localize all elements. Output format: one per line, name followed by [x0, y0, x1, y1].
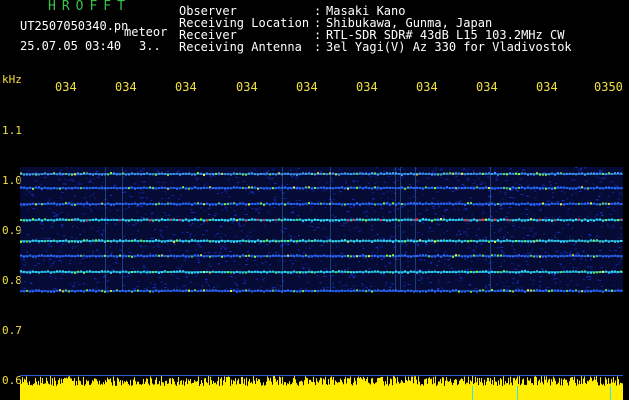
frequency-unit-label: kHz	[2, 73, 22, 86]
app-title: HROFFT	[48, 0, 131, 14]
x-tick-label: 034	[236, 80, 258, 94]
x-tick-label: 034	[296, 80, 318, 94]
x-tick-label: 034	[536, 80, 558, 94]
antenna-label: Receiving Antenna	[179, 40, 302, 54]
x-tick-label: 034	[356, 80, 378, 94]
antenna-value: 3el Yagi(V) Az 330 for Vladivostok	[326, 40, 572, 54]
y-tick-label: 1.0	[2, 174, 22, 187]
spectrogram-signal-layer	[20, 167, 623, 293]
meteor-label: meteor	[124, 25, 168, 39]
y-tick-label: 0.6	[2, 374, 22, 387]
meteor-count: 3..	[139, 39, 161, 53]
datetime: 25.07.05 03:40	[20, 39, 122, 53]
x-tick-label: 034	[115, 80, 137, 94]
y-tick-label: 0.7	[2, 324, 22, 337]
signal-level-strip	[20, 376, 623, 400]
filename: UT2507050340.pn	[20, 19, 129, 33]
y-tick-label: 0.9	[2, 224, 22, 237]
antenna-colon: :	[314, 40, 322, 54]
x-tick-label: 0350	[594, 80, 623, 94]
x-tick-label: 034	[476, 80, 498, 94]
x-tick-label: 034	[55, 80, 77, 94]
spectrogram-plot	[20, 167, 623, 293]
x-tick-label: 034	[416, 80, 438, 94]
y-tick-label: 1.1	[2, 124, 22, 137]
y-tick-label: 0.8	[2, 274, 22, 287]
x-tick-label: 034	[175, 80, 197, 94]
